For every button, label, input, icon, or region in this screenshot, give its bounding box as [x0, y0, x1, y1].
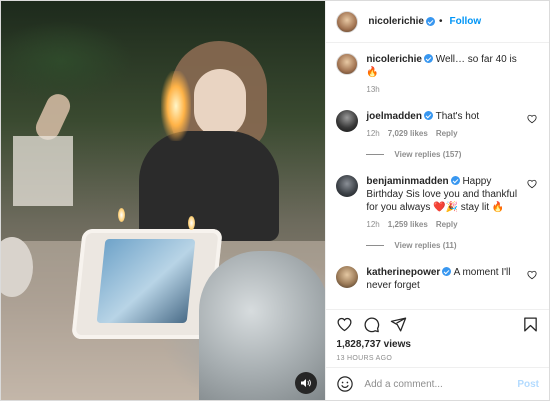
caption-text: nicolerichie Well… so far 40 is 🔥	[366, 53, 526, 79]
post-comment-button[interactable]: Post	[517, 379, 539, 390]
save-button[interactable]	[522, 316, 539, 333]
author-username[interactable]: nicolerichie	[368, 16, 424, 27]
comment-age: 12h	[366, 220, 380, 229]
window-frame	[13, 136, 73, 206]
verified-badge-icon	[450, 176, 460, 185]
comment-username[interactable]: katherinepower	[366, 267, 440, 278]
replies-divider	[366, 154, 385, 155]
reply-button[interactable]: Reply	[436, 220, 458, 229]
cake-photo	[96, 239, 196, 323]
caption-meta: 13h	[366, 85, 526, 94]
post-header: nicolerichie • Follow	[326, 1, 549, 43]
avatar[interactable]	[336, 175, 359, 197]
share-button[interactable]	[390, 316, 407, 333]
comment-meta: 12h 1,259 likes Reply	[366, 220, 526, 229]
person-body	[139, 131, 279, 241]
candle-flame	[188, 216, 195, 230]
replies-divider	[366, 245, 385, 246]
heart-icon[interactable]	[527, 114, 537, 124]
view-replies-label: View replies (11)	[394, 241, 457, 250]
flame-glow	[161, 71, 191, 141]
comment-icon	[364, 317, 380, 333]
comment-likes[interactable]: 7,029 likes	[388, 129, 428, 138]
speaker-icon	[301, 379, 311, 387]
comment-meta: 12h 7,029 likes Reply	[366, 129, 526, 138]
add-comment-bar: Post	[326, 367, 549, 400]
verified-badge-icon	[442, 267, 452, 276]
comment-item: joelmadden That's hot 12h 7,029 likes Re…	[336, 110, 539, 138]
post-side-panel: nicolerichie • Follow nicolerichie Well……	[325, 1, 549, 400]
post-video[interactable]	[1, 1, 326, 400]
avatar[interactable]	[336, 10, 359, 33]
emoji-button[interactable]	[336, 375, 354, 393]
paper-plane-icon	[391, 317, 407, 332]
heart-icon[interactable]	[527, 179, 537, 189]
verified-badge-icon	[423, 54, 433, 63]
avatar[interactable]	[336, 266, 359, 288]
comment-username[interactable]: joelmadden	[366, 111, 422, 122]
comment-age: 12h	[366, 129, 380, 138]
caption: nicolerichie Well… so far 40 is 🔥 13h	[336, 53, 539, 94]
verified-badge-icon	[423, 111, 433, 120]
comment-likes[interactable]: 1,259 likes	[388, 220, 428, 229]
avatar[interactable]	[336, 53, 359, 75]
instagram-post: nicolerichie • Follow nicolerichie Well……	[0, 0, 550, 401]
comment-input[interactable]	[364, 378, 518, 390]
heart-icon	[337, 317, 352, 332]
caption-age: 13h	[366, 85, 380, 94]
action-bar	[326, 309, 549, 339]
comment-text: joelmadden That's hot	[366, 110, 526, 123]
views-count[interactable]: 1,828,737 views	[326, 339, 549, 353]
comment-button[interactable]	[363, 316, 380, 333]
comment-body: That's hot	[435, 111, 480, 122]
verified-badge-icon	[425, 17, 435, 26]
caption-username[interactable]: nicolerichie	[366, 54, 422, 65]
like-button[interactable]	[336, 316, 353, 333]
follow-button[interactable]: Follow	[450, 16, 482, 27]
bookmark-icon	[524, 317, 537, 332]
comment-item: katherinepower A moment I'll never forge…	[336, 266, 539, 292]
separator-dot: •	[438, 16, 443, 27]
view-replies-label: View replies (157)	[394, 150, 462, 159]
view-replies-button[interactable]: View replies (157)	[366, 150, 539, 159]
view-replies-button[interactable]: View replies (11)	[366, 241, 539, 250]
comment-username[interactable]: benjaminmadden	[366, 176, 448, 187]
sound-toggle-button[interactable]	[295, 372, 317, 394]
avatar[interactable]	[336, 110, 359, 132]
candle-flame	[118, 208, 125, 222]
comment-text: katherinepower A moment I'll never forge…	[366, 266, 526, 292]
post-timestamp: 13 HOURS AGO	[336, 355, 393, 362]
smiley-icon	[337, 376, 354, 392]
comment-text: benjaminmadden Happy Birthday Sis love y…	[366, 175, 526, 214]
reply-button[interactable]: Reply	[436, 129, 458, 138]
comment-item: benjaminmadden Happy Birthday Sis love y…	[336, 175, 539, 229]
comments-list: nicolerichie Well… so far 40 is 🔥 13h jo…	[326, 43, 549, 309]
person-face	[194, 69, 246, 137]
heart-icon[interactable]	[527, 270, 537, 280]
